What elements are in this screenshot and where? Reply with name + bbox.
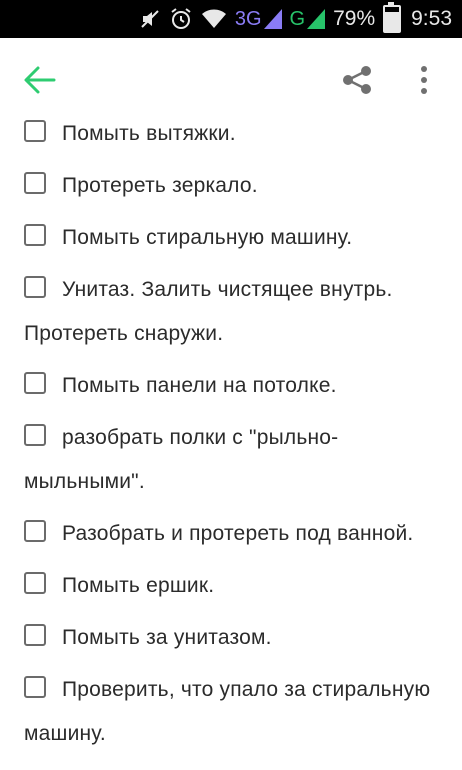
checklist-item: Помыть за унитазом. [0,616,462,660]
checklist-item: Унитаз. Залить чистящее внутрь. Протерет… [0,268,462,356]
arrow-left-icon [24,66,56,94]
status-bar: 3G G 79% 9:53 [0,0,462,38]
checkbox[interactable] [24,572,46,595]
checklist-item: Помыть панели на потолке. [0,364,462,408]
checkbox[interactable] [24,676,46,699]
checklist-item-text: Разобрать и протереть под ванной. [62,522,414,545]
checklist-item-text: Помыть стиральную машину. [62,226,353,249]
checkbox[interactable] [24,172,46,195]
mute-icon [139,8,161,30]
back-button[interactable] [22,62,58,98]
checkbox[interactable] [24,276,46,299]
more-options-button[interactable] [410,64,438,96]
wifi-icon [201,8,227,30]
battery-icon [383,2,402,33]
signal-icon [307,9,326,29]
checklist-item-text: Протереть зеркало. [62,174,258,197]
network-type-label: 3G [234,7,262,30]
share-button[interactable] [340,64,376,96]
checklist-item: разобрать полки с "рыльно-мыльными". [0,416,462,504]
checklist-item: Разобрать и протереть под ванной. [0,512,462,556]
checklist-item: Помыть вытяжки. [0,112,462,156]
signal-icon [263,9,282,29]
checkbox[interactable] [24,624,46,647]
checkbox[interactable] [24,520,46,543]
checkbox[interactable] [24,224,46,247]
checklist-item: Помыть ершик. [0,564,462,608]
toolbar [0,38,462,120]
battery-level [385,12,400,31]
checklist-item-text: Унитаз. Залить чистящее внутрь. Протерет… [24,278,393,345]
checklist: Помыть вытяжки. Протереть зеркало. Помыт… [0,112,462,756]
checklist-item-text: Помыть вытяжки. [62,122,236,145]
checkbox[interactable] [24,120,46,143]
checklist-item: Протереть зеркало. [0,164,462,208]
more-vertical-icon [421,66,427,94]
clock: 9:53 [411,7,452,30]
network-type-label: G [289,7,306,30]
checklist-item-text: разобрать полки с "рыльно-мыльными". [24,426,339,493]
checklist-item-text: Помыть за унитазом. [62,626,272,649]
checkbox[interactable] [24,424,46,447]
checklist-item: Проверить, что упало за стиральную машин… [0,668,462,756]
share-icon [343,66,371,94]
checklist-item-text: Помыть ершик. [62,574,215,597]
checklist-item: Помыть стиральную машину. [0,216,462,260]
checklist-item-text: Проверить, что упало за стиральную машин… [24,678,431,745]
checklist-item-text: Помыть панели на потолке. [62,374,337,397]
alarm-icon [169,7,193,31]
battery-percent: 79% [333,7,376,30]
checkbox[interactable] [24,372,46,395]
